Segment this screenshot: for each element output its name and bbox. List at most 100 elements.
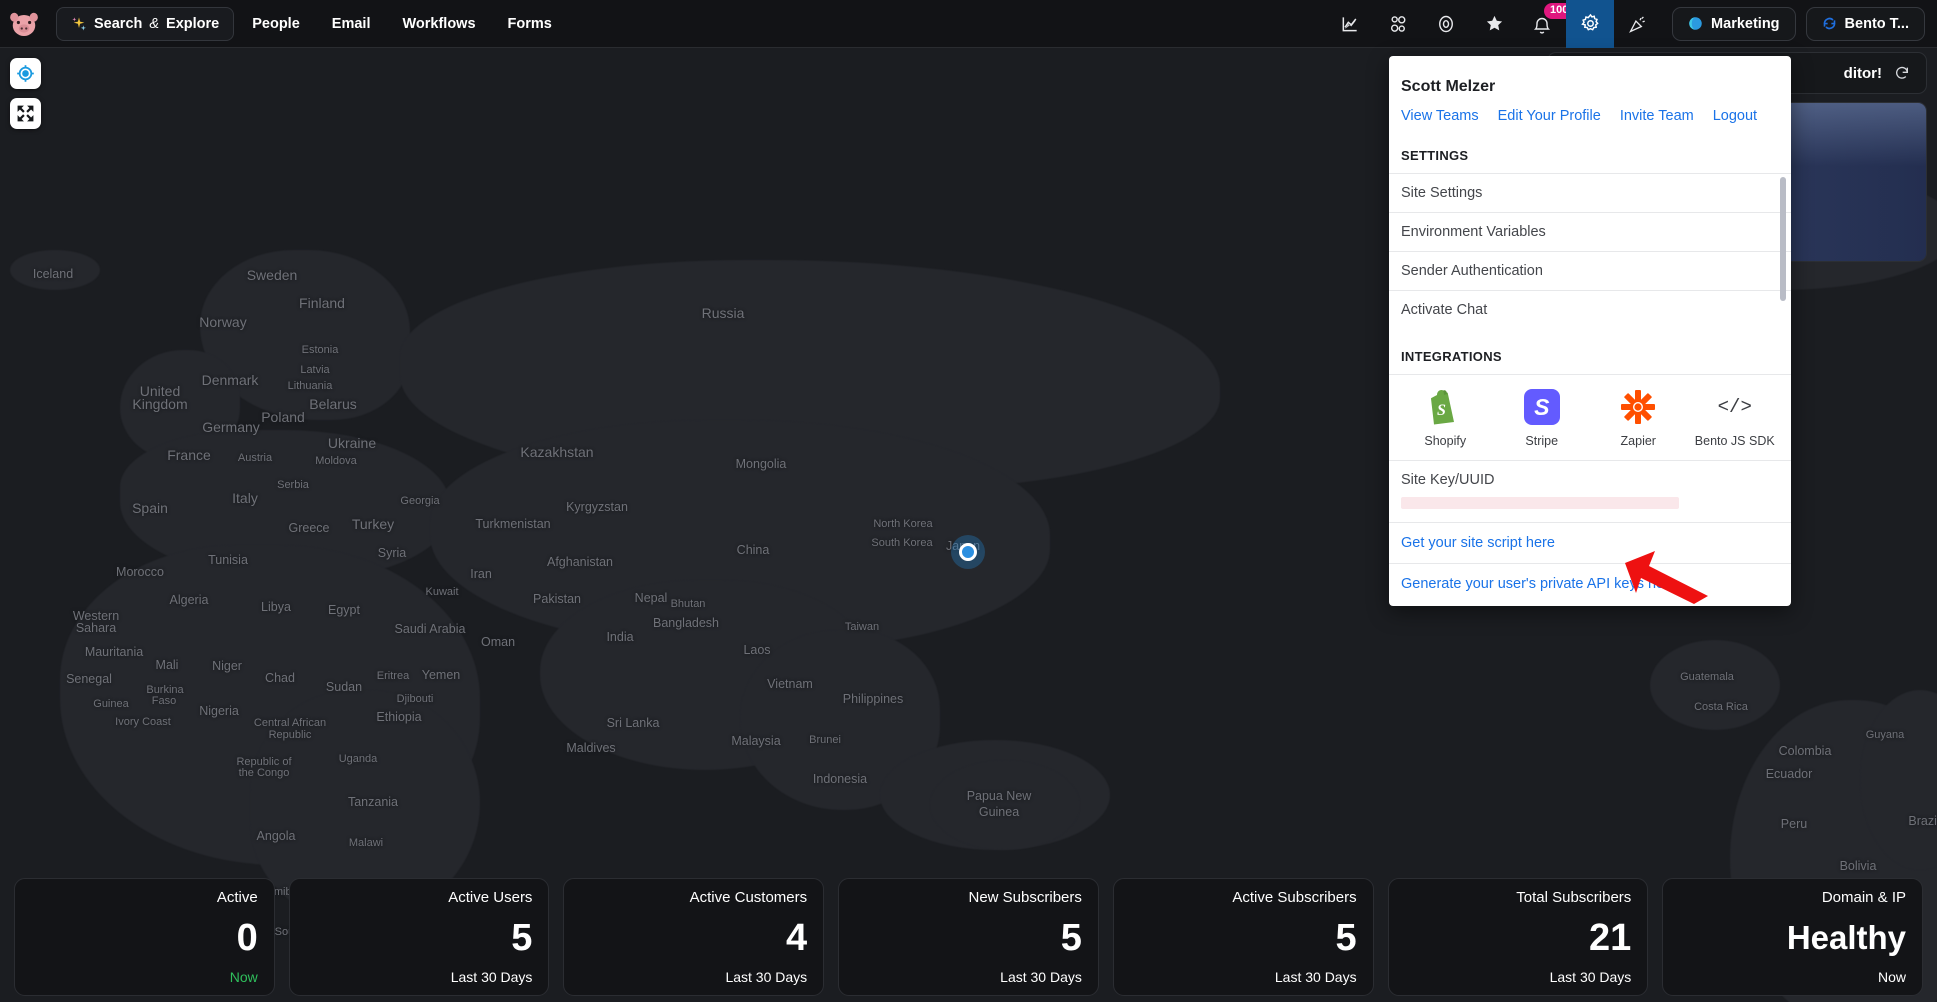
metrics-bar: Active 0 Now Active Users 5 Last 30 Days… [0, 878, 1937, 996]
logout-link[interactable]: Logout [1713, 108, 1757, 124]
stat-title: Active Users [448, 889, 533, 906]
stat-card-new-subscribers[interactable]: New Subscribers 5 Last 30 Days [838, 878, 1099, 996]
stat-subtitle: Last 30 Days [450, 969, 533, 985]
audience-button[interactable] [1374, 0, 1422, 48]
stat-title: Total Subscribers [1516, 889, 1632, 906]
svg-text:S: S [1437, 402, 1446, 419]
map-controls [10, 58, 41, 129]
map-label: Oman [480, 635, 516, 649]
view-teams-link[interactable]: View Teams [1401, 108, 1479, 124]
code-brackets-icon: </> [1717, 396, 1752, 418]
notification-bell-icon [1534, 17, 1551, 34]
pig-logo-icon [10, 12, 38, 36]
stat-value: 5 [1335, 916, 1357, 959]
stat-card-active[interactable]: Active 0 Now [14, 878, 275, 996]
announcements-button[interactable] [1614, 0, 1662, 48]
integration-label-zapier: Zapier [1620, 434, 1656, 448]
top-navigation-bar: Search & Explore People Email Workflows … [0, 0, 1937, 48]
stat-title: Active Subscribers [1232, 889, 1357, 906]
sparkles-icon [72, 16, 86, 31]
analytics-chart-icon [1342, 16, 1357, 31]
stat-title: New Subscribers [968, 889, 1082, 906]
megaphone-icon [1629, 15, 1645, 33]
nav-item-workflows[interactable]: Workflows [388, 8, 489, 40]
gear-icon [1580, 13, 1599, 31]
settings-item-activate-chat[interactable]: Activate Chat [1389, 290, 1791, 329]
stat-subtitle: Last 30 Days [1549, 969, 1632, 985]
workspace-label: Marketing [1711, 15, 1780, 32]
stat-card-active-users[interactable]: Active Users 5 Last 30 Days [288, 878, 550, 996]
locate-me-button[interactable] [10, 58, 41, 89]
stat-subtitle: Last 30 Days [1000, 969, 1082, 985]
crosshair-target-icon [17, 65, 34, 82]
stat-subtitle: Now [229, 969, 258, 985]
stat-title: Active Customers [689, 889, 808, 906]
dropdown-quick-links: View Teams Edit Your Profile Invite Team… [1389, 96, 1791, 142]
integration-zapier[interactable]: Zapier [1590, 389, 1687, 448]
stat-value: 5 [1060, 916, 1082, 959]
active-visitor-marker[interactable] [951, 535, 985, 569]
stat-card-total-subscribers[interactable]: Total Subscribers 21 Last 30 Days [1387, 878, 1649, 996]
settings-item-sender-authentication[interactable]: Sender Authentication [1389, 251, 1791, 290]
analytics-button[interactable] [1326, 0, 1374, 48]
site-key-value[interactable] [1401, 497, 1679, 509]
integrations-section-heading: INTEGRATIONS [1401, 349, 1502, 364]
team-switcher-button[interactable]: Bento T... [1805, 6, 1925, 41]
invite-team-link[interactable]: Invite Team [1620, 108, 1694, 124]
integration-stripe[interactable]: S Stripe [1494, 389, 1591, 448]
refresh-icon[interactable] [1894, 65, 1910, 81]
fullscreen-button[interactable] [10, 98, 41, 129]
lifebuoy-icon [1439, 15, 1454, 32]
nav-item-search-explore[interactable]: Search & Explore [56, 6, 235, 41]
refresh-circle-icon [1823, 17, 1835, 30]
nav-label-explore: Explore [166, 15, 220, 32]
integration-shopify[interactable]: S Shopify [1397, 389, 1494, 448]
stat-subtitle: Last 30 Days [725, 969, 808, 985]
stat-title: Domain & IP [1821, 889, 1907, 906]
help-button[interactable] [1422, 0, 1470, 48]
favorites-button[interactable] [1470, 0, 1518, 48]
welcome-editor-text: ditor! [1843, 64, 1882, 82]
integration-bento-js-sdk[interactable]: </> Bento JS SDK [1687, 389, 1784, 448]
settings-button[interactable] [1566, 0, 1615, 48]
workspace-switcher-button[interactable]: Marketing [1672, 6, 1796, 41]
stat-subtitle: Last 30 Days [1274, 969, 1357, 985]
edit-profile-link[interactable]: Edit Your Profile [1498, 108, 1601, 124]
stat-card-domain-ip[interactable]: Domain & IP Healthy Now [1662, 878, 1924, 996]
stat-subtitle: Now [1878, 969, 1907, 985]
expand-arrows-icon [17, 105, 34, 122]
dropdown-user-name: Scott Melzer [1401, 78, 1496, 95]
nav-right-actions: 100 Marketing Bento T... [1326, 0, 1937, 48]
nav-label-search: Search [94, 15, 143, 32]
integration-label-bento-js-sdk: Bento JS SDK [1694, 434, 1775, 448]
integration-label-stripe: Stripe [1525, 434, 1559, 448]
stat-value: 21 [1589, 916, 1632, 959]
zapier-asterisk-icon [1620, 389, 1656, 425]
globe-icon [1689, 17, 1702, 30]
settings-section-heading: SETTINGS [1401, 148, 1469, 163]
stat-value: 5 [511, 916, 533, 959]
settings-dropdown-panel: Scott Melzer View Teams Edit Your Profil… [1389, 56, 1791, 606]
settings-item-list: Site Settings Environment Variables Send… [1389, 173, 1791, 329]
nav-item-forms[interactable]: Forms [494, 8, 566, 40]
stat-card-active-customers[interactable]: Active Customers 4 Last 30 Days [563, 878, 825, 996]
nav-item-email[interactable]: Email [318, 8, 385, 40]
stat-card-active-subscribers[interactable]: Active Subscribers 5 Last 30 Days [1112, 878, 1374, 996]
stat-value: Healthy [1786, 919, 1907, 956]
nav-item-people[interactable]: People [238, 8, 314, 40]
stripe-s-icon: S [1523, 389, 1560, 425]
site-key-block: Site Key/UUID [1389, 460, 1791, 522]
settings-list-scrollbar[interactable] [1780, 177, 1786, 301]
map-label: Kuwait [425, 586, 459, 598]
get-site-script-link[interactable]: Get your site script here [1389, 522, 1791, 563]
generate-api-keys-link[interactable]: Generate your user's private API keys he… [1389, 563, 1791, 604]
stat-value: 4 [786, 916, 808, 959]
settings-item-environment-variables[interactable]: Environment Variables [1389, 212, 1791, 251]
settings-item-site-settings[interactable]: Site Settings [1389, 173, 1791, 212]
nav-label-amp: & [149, 15, 160, 32]
stat-value: 0 [236, 916, 258, 959]
brand-logo-icon[interactable] [0, 0, 48, 48]
stat-title: Active [216, 889, 258, 906]
star-icon [1486, 15, 1502, 31]
notifications-button[interactable]: 100 [1518, 0, 1575, 48]
